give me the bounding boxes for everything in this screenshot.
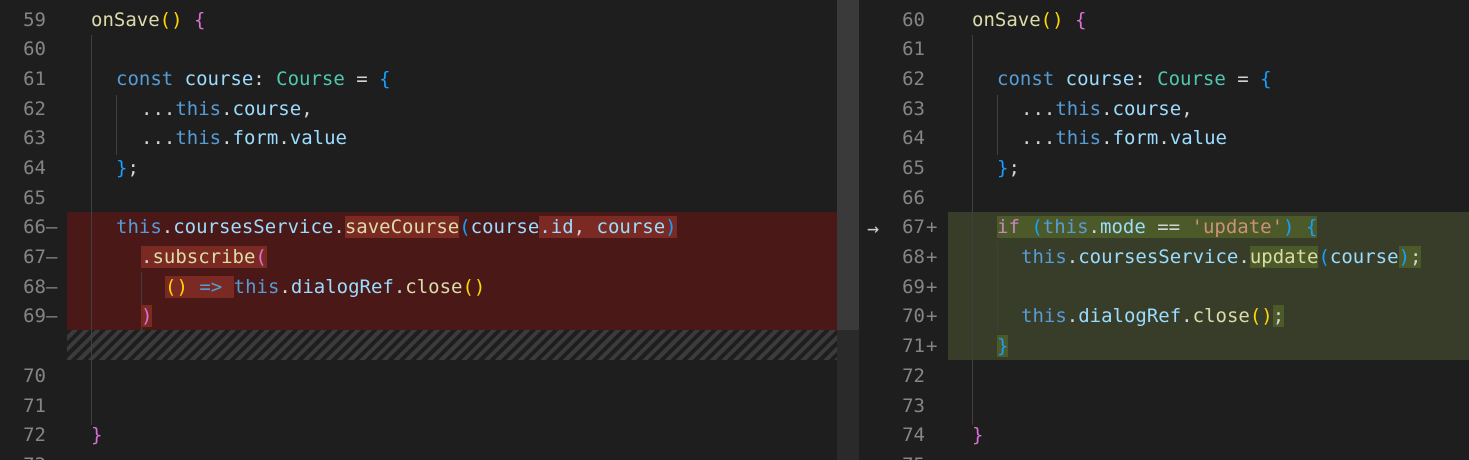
- removed-marker: —: [46, 246, 58, 268]
- line-number: 60: [902, 9, 925, 31]
- line-number: 69: [23, 305, 46, 327]
- diff-original-pane[interactable]: 59 60 61 62 63 64 65 66 67 68 69 70 71 7…: [0, 0, 837, 460]
- line-number: 75: [879, 450, 925, 460]
- line-number: 68: [23, 276, 46, 298]
- code-line: }: [91, 424, 103, 446]
- line-number: 73: [0, 450, 46, 460]
- line-number: 62: [23, 98, 46, 120]
- code-line: };: [116, 157, 139, 179]
- revert-arrow-icon[interactable]: →: [860, 215, 886, 241]
- added-marker: +: [926, 305, 938, 327]
- line-number: 73: [902, 395, 925, 417]
- added-marker: +: [926, 216, 938, 238]
- diff-modified-pane[interactable]: 60 61 62 63 64 65 66 67 68 69 70 71 72 7…: [859, 0, 1469, 460]
- line-number: 63: [23, 127, 46, 149]
- code-line: }: [972, 424, 984, 446]
- line-number: 60: [23, 38, 46, 60]
- code-line: this.coursesService.update(course);: [1021, 246, 1422, 268]
- code-line: () => this.dialogRef.close(): [165, 276, 486, 298]
- line-number: 65: [23, 187, 46, 209]
- removed-marker: —: [46, 276, 58, 298]
- diff-placeholder-hatch: [67, 330, 837, 360]
- code-line: if (this.mode == 'update') {: [997, 216, 1318, 238]
- removed-marker: —: [46, 216, 58, 238]
- code-line: };: [997, 157, 1020, 179]
- line-number: 61: [902, 38, 925, 60]
- code-line: onSave() {: [91, 9, 206, 31]
- added-marker: +: [926, 246, 938, 268]
- code-line: const course: Course = {: [997, 68, 1272, 90]
- code-line: ...this.form.value: [1021, 127, 1227, 149]
- line-number: 70: [23, 365, 46, 387]
- code-line: ...this.course,: [1021, 98, 1193, 120]
- removed-marker: —: [46, 305, 58, 327]
- line-number: 62: [902, 68, 925, 90]
- indent-guide: [997, 95, 998, 155]
- line-number: 66: [23, 216, 46, 238]
- line-number: 72: [23, 424, 46, 446]
- indent-guide: [972, 35, 973, 425]
- line-number: 67: [23, 246, 46, 268]
- line-number: 69: [902, 276, 925, 298]
- line-number: 64: [902, 127, 925, 149]
- indent-guide: [91, 35, 92, 425]
- code-line: }: [997, 335, 1009, 357]
- line-number: 71: [23, 395, 46, 417]
- added-marker: +: [926, 276, 938, 298]
- added-marker: +: [926, 335, 938, 357]
- line-number: 61: [23, 68, 46, 90]
- line-number: 64: [23, 157, 46, 179]
- code-line: this.coursesService.saveCourse(course.id…: [116, 216, 677, 238]
- line-number: 74: [902, 424, 925, 446]
- line-number: 66: [902, 187, 925, 209]
- code-line: .subscribe(: [141, 246, 267, 268]
- indent-guide: [997, 242, 998, 330]
- indent-guide: [116, 95, 117, 155]
- line-number: 63: [902, 98, 925, 120]
- line-number: 65: [902, 157, 925, 179]
- code-line: ): [141, 305, 153, 327]
- line-number: 59: [23, 9, 46, 31]
- code-line: ...this.form.value: [141, 127, 347, 149]
- line-number: 70: [902, 305, 925, 327]
- code-line: this.dialogRef.close();: [1021, 305, 1285, 327]
- line-number: 68: [902, 246, 925, 268]
- line-number: 72: [902, 365, 925, 387]
- scrollbar-thumb[interactable]: [837, 0, 859, 330]
- code-line: ...this.course,: [141, 98, 313, 120]
- code-line: const course: Course = {: [116, 68, 391, 90]
- line-number: 71: [902, 335, 925, 357]
- code-line: onSave() {: [972, 9, 1087, 31]
